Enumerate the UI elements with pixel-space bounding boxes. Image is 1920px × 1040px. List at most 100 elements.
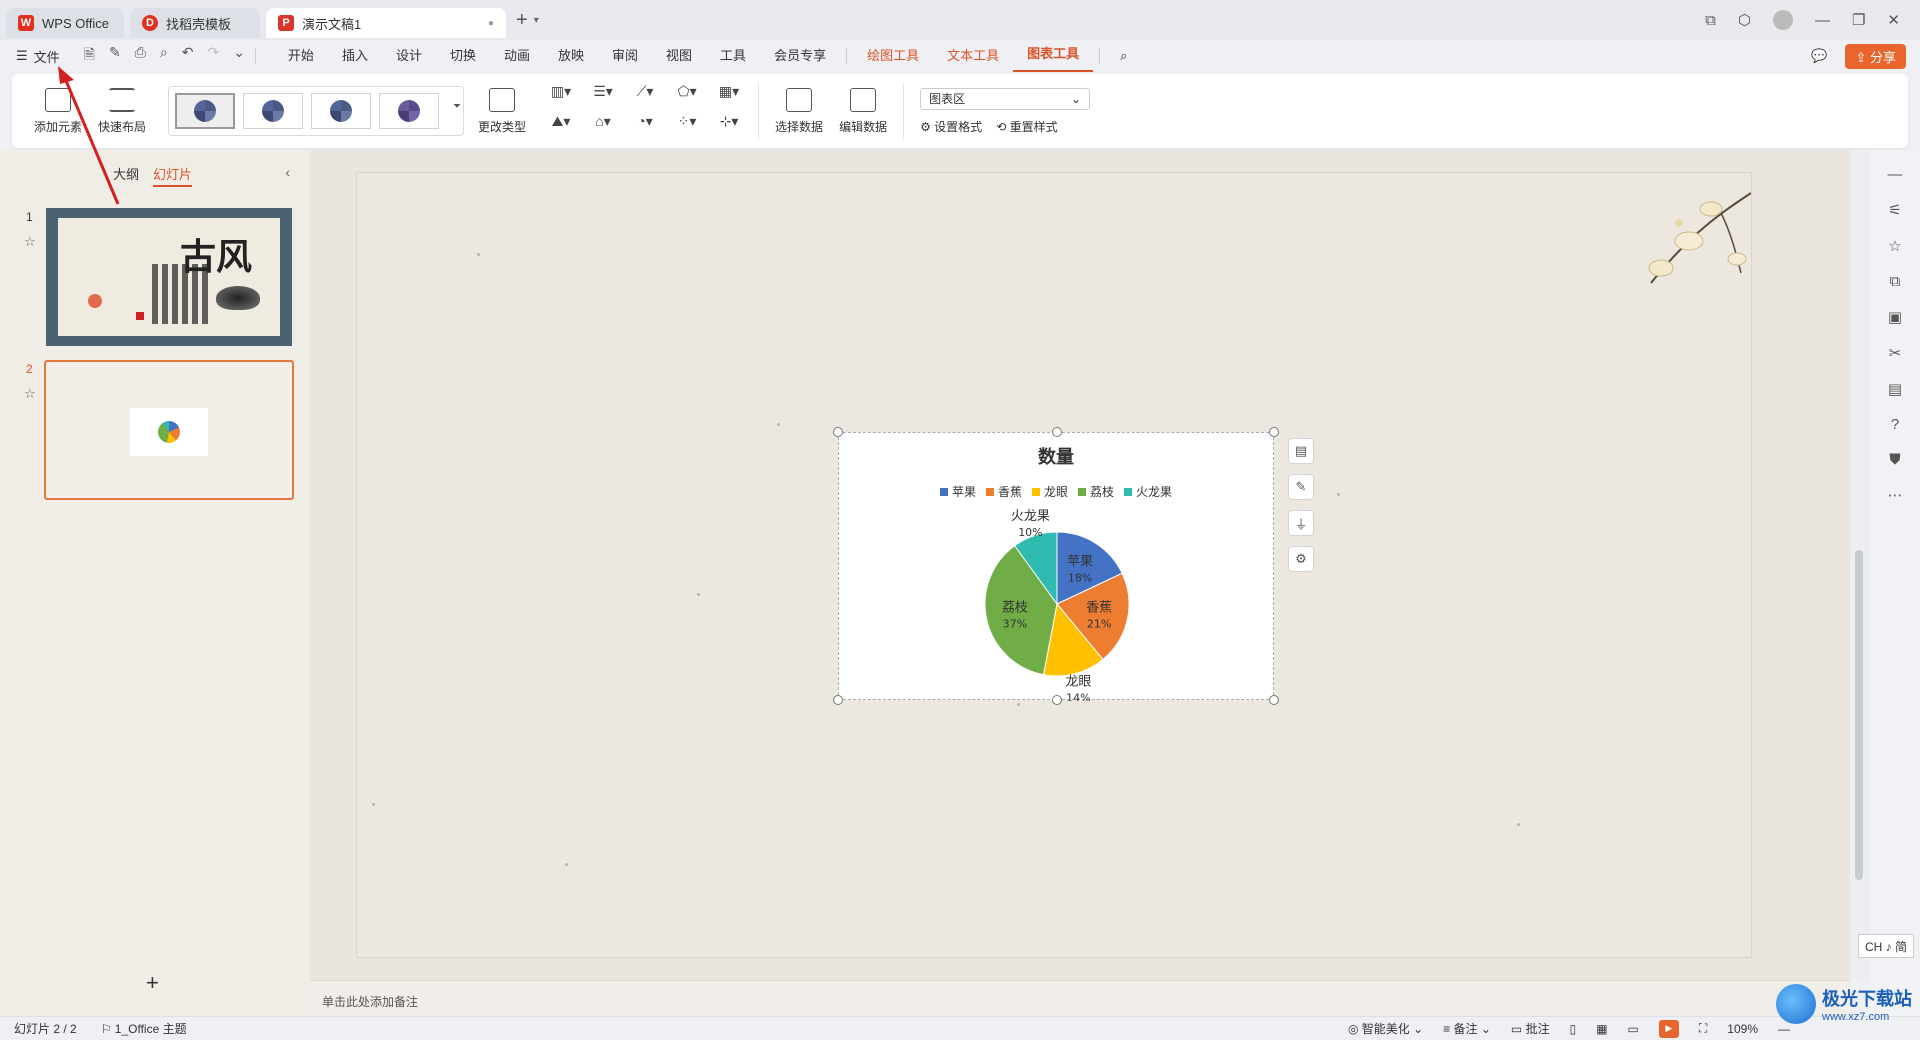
resize-handle-s[interactable] xyxy=(1052,695,1062,705)
stock-chart-icon[interactable]: ⌂▾ xyxy=(582,113,624,139)
collapse-panel-icon[interactable]: ‹ xyxy=(285,164,290,180)
area-chart-icon[interactable]: ⛰▾ xyxy=(540,113,582,139)
file-menu-button[interactable]: ☰ 文件 xyxy=(16,47,60,66)
zoom-level[interactable]: 109% xyxy=(1727,1022,1758,1036)
scatter-chart-icon[interactable]: ⁘▾ xyxy=(666,113,708,139)
vertical-scrollbar[interactable] xyxy=(1850,150,1870,980)
cube-icon[interactable]: ⬡ xyxy=(1738,11,1751,29)
reset-style-button[interactable]: ⟲ 重置样式 xyxy=(996,118,1057,135)
resize-handle-nw[interactable] xyxy=(833,427,843,437)
menu-view[interactable]: 视图 xyxy=(652,40,706,72)
copy-icon[interactable]: ⧉ xyxy=(1890,273,1901,290)
chart-style-1[interactable] xyxy=(175,93,236,129)
slide-2-thumbnail[interactable] xyxy=(44,360,294,500)
radar-chart-icon[interactable]: ⬠▾ xyxy=(666,83,708,109)
resize-handle-se[interactable] xyxy=(1269,695,1279,705)
menu-insert[interactable]: 插入 xyxy=(328,40,382,72)
user-avatar[interactable] xyxy=(1772,10,1793,30)
menu-design[interactable]: 设计 xyxy=(382,40,436,72)
window-layout-icon[interactable]: ⧉ xyxy=(1705,12,1716,29)
quick-access-more-icon[interactable]: ⌄ xyxy=(233,44,245,68)
resize-handle-sw[interactable] xyxy=(833,695,843,705)
book-icon[interactable]: ▤ xyxy=(1888,380,1902,398)
restore-icon[interactable]: ❐ xyxy=(1852,11,1865,29)
resize-handle-ne[interactable] xyxy=(1269,427,1279,437)
slide-1-star-icon[interactable]: ☆ xyxy=(24,234,36,250)
menu-transition[interactable]: 切换 xyxy=(436,40,490,72)
add-slide-plus-icon[interactable]: + xyxy=(146,970,159,996)
share-button[interactable]: ⇪ 分享 xyxy=(1845,43,1906,69)
chart-settings-icon[interactable]: ⚙ xyxy=(1288,546,1314,572)
pie-chart-icon[interactable]: ◔▾ xyxy=(624,113,666,139)
shirt-icon[interactable]: ⛊ xyxy=(1889,451,1900,468)
menu-chart-tools[interactable]: 图表工具 xyxy=(1013,40,1094,72)
select-data-button[interactable]: 选择数据 xyxy=(767,74,831,148)
tab-wps-office[interactable]: W WPS Office xyxy=(6,8,124,38)
menu-start[interactable]: 开始 xyxy=(274,40,328,72)
undo-icon[interactable]: ↶ xyxy=(182,44,194,68)
tab-list-chevron-icon[interactable]: ▾ xyxy=(534,15,539,26)
collapse-sidebar-icon[interactable]: — xyxy=(1888,166,1903,183)
chart-area-select[interactable]: 图表区 ⌄ xyxy=(920,87,1091,110)
beautify-button[interactable]: ◎ 智能美化 ⌄ xyxy=(1348,1020,1423,1037)
change-type-button[interactable]: 更改类型 xyxy=(470,74,534,148)
search-icon[interactable]: ⌕ xyxy=(1106,40,1141,72)
chart-style-brush-icon[interactable]: ✎ xyxy=(1288,474,1314,500)
tools-icon[interactable]: ✂ xyxy=(1889,344,1902,362)
chart-style-3[interactable] xyxy=(311,93,372,129)
close-icon[interactable]: ✕ xyxy=(1887,11,1900,29)
slide-1-thumbnail[interactable]: 古风 xyxy=(46,208,292,346)
notes-toggle-button[interactable]: ≡ 备注 ⌄ xyxy=(1443,1020,1491,1037)
chart-style-2[interactable] xyxy=(243,93,304,129)
menu-slideshow[interactable]: 放映 xyxy=(544,40,598,72)
chart-style-4[interactable] xyxy=(379,93,440,129)
format-painter-icon[interactable]: ✎ xyxy=(109,44,121,68)
format-button[interactable]: ⚙ 设置格式 xyxy=(920,118,982,135)
resize-handle-n[interactable] xyxy=(1052,427,1062,437)
menu-member[interactable]: 会员专享 xyxy=(760,40,840,72)
menu-text-tools[interactable]: 文本工具 xyxy=(933,40,1013,72)
tab-slides[interactable]: 幻灯片 xyxy=(153,164,193,187)
menu-drawing-tools[interactable]: 绘图工具 xyxy=(853,40,933,72)
menu-tools[interactable]: 工具 xyxy=(706,40,760,72)
line-chart-icon[interactable]: ⟋▾ xyxy=(624,83,666,109)
pie-chart-frame[interactable]: 数量 苹果 香蕉 龙眼 荔枝 火龙果 苹果 18% 香蕉 21% 龙眼 14% 荔枝 37% 火… xyxy=(833,427,1279,705)
chart-elements-icon[interactable]: ▤ xyxy=(1288,438,1314,464)
grid-view-icon[interactable]: ▦ xyxy=(1596,1022,1607,1036)
comment-icon[interactable]: 💬 xyxy=(1811,48,1827,64)
table-chart-icon[interactable]: ▦▾ xyxy=(708,83,750,109)
minimize-icon[interactable]: — xyxy=(1815,12,1830,29)
settings-sliders-icon[interactable]: ⚟ xyxy=(1888,201,1901,219)
reading-view-icon[interactable]: ▭ xyxy=(1628,1022,1639,1036)
comments-button[interactable]: ▭ 批注 xyxy=(1511,1020,1550,1037)
column-chart-icon[interactable]: ▥▾ xyxy=(540,83,582,109)
edit-data-button[interactable]: 编辑数据 xyxy=(831,74,895,148)
ime-indicator[interactable]: CH ♪ 简 xyxy=(1858,934,1914,958)
redo-icon[interactable]: ↷ xyxy=(207,44,219,68)
more-icon[interactable]: ⋯ xyxy=(1888,486,1903,504)
tab-document[interactable]: P 演示文稿1 ● xyxy=(266,8,506,38)
print-icon[interactable]: ⎙ xyxy=(135,44,146,68)
quick-layout-button[interactable]: 快速布局 xyxy=(90,74,154,148)
theme-name[interactable]: ⚐ 1_Office 主题 xyxy=(101,1020,187,1037)
tab-template[interactable]: D 找稻壳模板 xyxy=(130,8,260,38)
print-preview-icon[interactable]: ⌕ xyxy=(160,44,168,68)
fit-window-icon[interactable]: ⛶ xyxy=(1699,1021,1707,1036)
image-edit-icon[interactable]: ▣ xyxy=(1888,308,1902,326)
new-tab-plus-icon[interactable]: + xyxy=(516,9,528,32)
chart-filter-icon[interactable]: ⏚ xyxy=(1288,510,1314,536)
tab-outline[interactable]: 大纲 xyxy=(113,164,139,187)
normal-view-icon[interactable]: ▯ xyxy=(1570,1022,1577,1036)
combo-chart-icon[interactable]: ⊹▾ xyxy=(708,113,750,139)
menu-animation[interactable]: 动画 xyxy=(490,40,544,72)
scrollbar-thumb[interactable] xyxy=(1855,550,1863,880)
gallery-more-icon[interactable]: ⏷ xyxy=(453,101,461,112)
help-icon[interactable]: ? xyxy=(1891,416,1899,433)
bar-chart-icon[interactable]: ☰▾ xyxy=(582,83,624,109)
play-slideshow-button[interactable]: ▶ xyxy=(1658,1019,1679,1038)
slide-2-star-icon[interactable]: ☆ xyxy=(24,386,36,402)
add-element-button[interactable]: 添加元素 xyxy=(26,74,90,148)
menu-review[interactable]: 审阅 xyxy=(598,40,652,72)
star-icon[interactable]: ☆ xyxy=(1888,237,1901,255)
notes-area[interactable]: 单击此处添加备注 xyxy=(310,980,1850,1016)
